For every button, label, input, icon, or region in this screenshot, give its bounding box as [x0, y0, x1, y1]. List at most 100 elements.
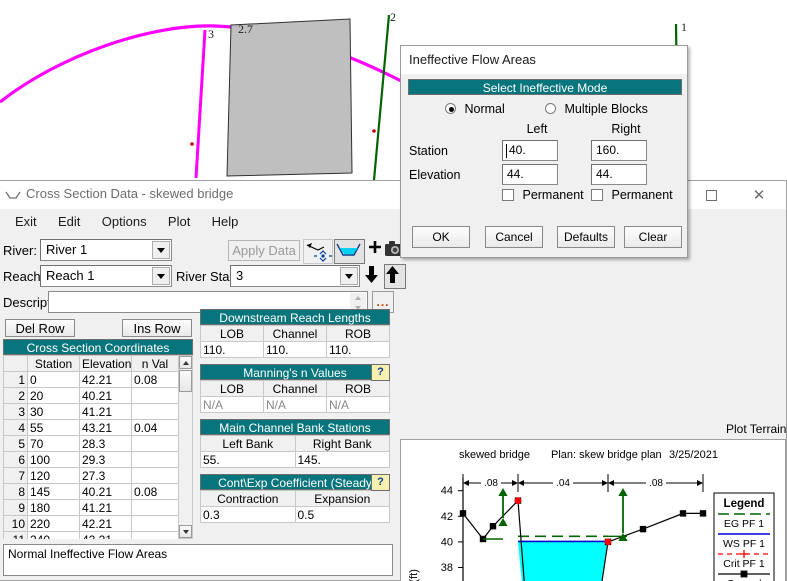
svg-text:40: 40	[441, 536, 453, 548]
chevron-down-icon[interactable]	[340, 267, 358, 285]
reach-lengths-table: LOB Channel ROB 110. 110. 110.	[200, 325, 390, 358]
xs-label-2: 2	[390, 10, 396, 24]
mn-val-channel: N/A	[263, 396, 327, 413]
rl-val-lob[interactable]: 110.	[200, 341, 264, 358]
table-row: 1124042.21	[3, 531, 178, 539]
river-label: River:	[3, 243, 37, 258]
cont-exp-header: Cont\Exp Coefficient (Steady	[200, 474, 390, 490]
radio-multiple-blocks-indicator[interactable]	[545, 103, 556, 114]
svg-text:42: 42	[441, 511, 453, 523]
station-left-input[interactable]: 40.	[502, 140, 558, 161]
xs-label-3: 3	[208, 27, 214, 41]
menu-help[interactable]: Help	[203, 212, 248, 231]
zoom-in-plus-icon[interactable]	[367, 239, 385, 264]
reach-combo-value: Reach 1	[46, 268, 95, 283]
ins-row-button[interactable]: Ins Row	[122, 319, 192, 337]
del-row-button[interactable]: Del Row	[5, 319, 75, 337]
cancel-button[interactable]: Cancel	[485, 226, 543, 248]
river-sta-combo[interactable]: 3	[230, 265, 360, 287]
station-right-input[interactable]: 160.	[591, 140, 647, 161]
rl-val-channel[interactable]: 110.	[263, 341, 327, 358]
mannings-help-icon[interactable]: ?	[371, 364, 390, 381]
table-row: 1 0 42.21 0.08	[3, 371, 178, 388]
menu-options[interactable]: Options	[93, 212, 156, 231]
legend-label-eg: EG PF 1	[724, 518, 764, 530]
apply-data-button[interactable]: Apply Data	[228, 240, 300, 261]
radio-normal-indicator[interactable]	[445, 103, 456, 114]
plot-terrain-checkbox-label[interactable]: Plot Terrain (if available)	[726, 422, 787, 438]
toolbar-row-reach: Reach: Reach 1 River Sta.: 3	[0, 264, 700, 292]
permanent-right-checkbox[interactable]: Permanent	[591, 188, 673, 202]
radio-multiple-blocks-label: Multiple Blocks	[564, 102, 648, 116]
bs-val-right[interactable]: 145.	[294, 451, 390, 468]
n-band-label-right: .08	[649, 478, 663, 489]
bs-val-left[interactable]: 55.	[200, 451, 296, 468]
next-upstream-xs-icon[interactable]	[384, 264, 406, 289]
table-row: 2 20 40.21	[3, 387, 178, 404]
river-combo[interactable]: River 1	[40, 239, 172, 261]
reach-combo[interactable]: Reach 1	[40, 265, 172, 287]
mannings-n-table: LOB Channel ROB N/A N/A N/A	[200, 380, 390, 413]
cont-exp-table: Contraction Expansion 0.3 0.5	[200, 490, 390, 523]
table-row: 8 145 40.21 0.08	[3, 483, 178, 500]
bridge-polygon	[226, 18, 353, 177]
chevron-down-icon[interactable]	[152, 267, 170, 285]
rl-col-lob: LOB	[200, 325, 264, 342]
defaults-button[interactable]: Defaults	[557, 226, 615, 248]
bs-col-right: Right Bank	[294, 435, 390, 452]
col-nval[interactable]: n Val	[131, 355, 178, 372]
select-ineffective-mode-banner: Select Ineffective Mode	[408, 79, 682, 95]
elevation-left-input[interactable]: 44.	[502, 164, 558, 185]
menu-exit[interactable]: Exit	[6, 212, 46, 231]
permanent-left-box[interactable]	[502, 189, 514, 201]
chart-title: skewed bridge	[459, 449, 530, 461]
cross-section-plot-panel[interactable]: Plot Terrain (if available) skewed bridg…	[400, 422, 787, 581]
coordinates-scrollbar[interactable]	[178, 355, 193, 539]
cross-section-coordinates-panel: Cross Section Coordinates Station Elevat…	[3, 339, 193, 539]
scroll-up-icon[interactable]	[179, 356, 192, 369]
bank-stations-panel: Main Channel Bank Stations Left Bank Righ…	[200, 419, 390, 468]
status-bar: Normal Ineffective Flow Areas	[3, 544, 393, 576]
table-row: 9 180 41.21	[3, 499, 178, 516]
ce-col-expansion: Expansion	[294, 490, 390, 507]
radio-multiple-blocks[interactable]: Multiple Blocks	[545, 102, 648, 116]
col-elevation[interactable]: Elevation	[79, 355, 132, 372]
bank-sta-marker-left	[514, 497, 522, 504]
station-left-value: 40.	[509, 143, 526, 157]
legend-label-crit: Crit PF 1	[723, 558, 765, 570]
permanent-right-box[interactable]	[591, 189, 603, 201]
move-object-tool-icon[interactable]	[303, 239, 333, 264]
scroll-down-icon[interactable]	[179, 525, 192, 538]
col-station[interactable]: Station	[27, 355, 80, 372]
cont-exp-help-icon[interactable]: ?	[371, 474, 390, 491]
xs-window-title: Cross Section Data - skewed bridge	[26, 186, 234, 201]
scrollbar-thumb[interactable]	[179, 370, 192, 392]
menu-edit[interactable]: Edit	[49, 212, 89, 231]
maximize-icon[interactable]	[688, 181, 734, 209]
chevron-down-icon[interactable]	[152, 241, 170, 259]
close-icon[interactable]: ✕	[736, 181, 782, 209]
bs-col-left: Left Bank	[200, 435, 296, 452]
radio-normal[interactable]: Normal	[445, 102, 505, 116]
xs-2-bank-point	[372, 129, 376, 133]
clear-button[interactable]: Clear	[624, 226, 682, 248]
permanent-left-label: Permanent	[522, 188, 584, 202]
permanent-left-checkbox[interactable]: Permanent	[502, 188, 584, 202]
chevron-up-icon[interactable]	[350, 293, 366, 303]
cross-section-plot-icon[interactable]	[334, 239, 365, 264]
water-fill-channel	[518, 541, 608, 581]
rl-val-rob[interactable]: 110.	[326, 341, 390, 358]
next-downstream-xs-icon[interactable]	[364, 265, 383, 288]
elevation-right-input[interactable]: 44.	[591, 164, 647, 185]
text-caret	[506, 144, 507, 158]
ce-val-expansion[interactable]: 0.5	[294, 506, 390, 523]
xs-label-2-7: 2.7	[238, 22, 253, 36]
dialog-titlebar[interactable]: Ineffective Flow Areas	[401, 46, 687, 74]
svg-text:44: 44	[441, 485, 453, 497]
downstream-reach-lengths-panel: Downstream Reach Lengths LOB Channel ROB 1…	[200, 309, 390, 358]
ok-button[interactable]: OK	[412, 226, 470, 248]
chart-plan: Plan: skew bridge plan	[551, 449, 662, 461]
menu-plot[interactable]: Plot	[159, 212, 199, 231]
ce-val-contraction[interactable]: 0.3	[200, 506, 296, 523]
permanent-right-label: Permanent	[611, 188, 673, 202]
